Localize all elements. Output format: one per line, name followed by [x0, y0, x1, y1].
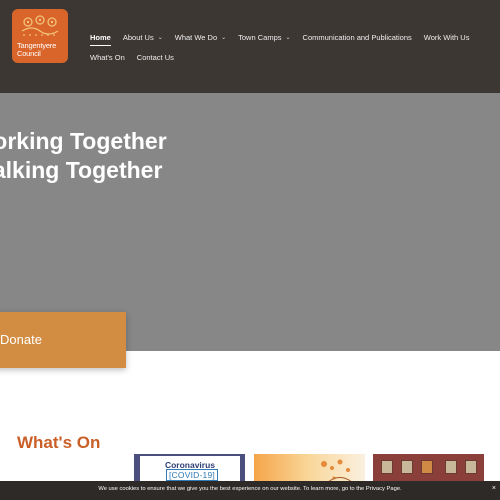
nav-home-label: Home — [90, 32, 111, 42]
tangentyere-logo[interactable]: Tangentyere Council — [12, 9, 68, 63]
chevron-down-icon: ⌄ — [221, 34, 227, 41]
donate-button[interactable]: Donate — [0, 312, 126, 368]
nav-contact-us[interactable]: Contact Us — [137, 48, 174, 66]
hero-title-line-1: Working Together — [0, 128, 167, 154]
nav-town-camps[interactable]: Town Camps ⌄ — [238, 28, 290, 46]
close-icon[interactable]: × — [492, 485, 496, 492]
nav-what-we-do[interactable]: What We Do ⌄ — [175, 28, 226, 46]
page: Tangentyere Council Home About Us ⌄ What … — [0, 0, 500, 500]
nav-home[interactable]: Home — [90, 28, 111, 46]
nav-work-with-us-label: Work With Us — [423, 32, 470, 42]
window-shape — [445, 460, 457, 474]
nav-contact-us-label: Contact Us — [136, 52, 174, 62]
nav-work-with-us[interactable]: Work With Us — [424, 28, 470, 46]
nav-communication-publications[interactable]: Communication and Publications — [303, 28, 412, 46]
window-shape — [465, 460, 477, 474]
window-shape — [401, 460, 413, 474]
nav-what-we-do-label: What We Do — [174, 32, 218, 42]
nav-row-1: Home About Us ⌄ What We Do ⌄ Town Camps ⌄ C… — [84, 28, 496, 46]
hero-title-line-2: Walking Together — [0, 157, 163, 183]
main-navigation: Home About Us ⌄ What We Do ⌄ Town Camps ⌄ C… — [84, 28, 496, 68]
dot-art-emblem-icon — [21, 15, 59, 36]
chevron-down-icon: ⌄ — [157, 34, 163, 41]
nav-about-us[interactable]: About Us ⌄ — [123, 28, 163, 46]
logo-line2: Council — [17, 49, 41, 58]
chevron-down-icon: ⌄ — [285, 34, 291, 41]
cookie-text: We use cookies to ensure that we give yo… — [98, 486, 402, 492]
site-header: Tangentyere Council Home About Us ⌄ What … — [0, 0, 500, 93]
nav-communication-label: Communication and Publications — [302, 32, 412, 42]
nav-row-2: What's On Contact Us — [84, 48, 496, 66]
card-subtitle: [COVID-19] — [166, 469, 218, 481]
logo-text: Tangentyere Council — [17, 42, 67, 58]
hero-banner: Working Together Walking Together Donate — [0, 93, 500, 368]
cookie-notice: We use cookies to ensure that we give yo… — [0, 481, 500, 500]
window-shape — [381, 460, 393, 474]
nav-whats-on-label: What's On — [90, 52, 125, 62]
nav-whats-on[interactable]: What's On — [90, 48, 125, 66]
nav-about-us-label: About Us — [122, 32, 154, 42]
whats-on-heading: What's On — [17, 433, 101, 452]
window-shape — [421, 460, 433, 474]
nav-town-camps-label: Town Camps — [238, 32, 282, 42]
